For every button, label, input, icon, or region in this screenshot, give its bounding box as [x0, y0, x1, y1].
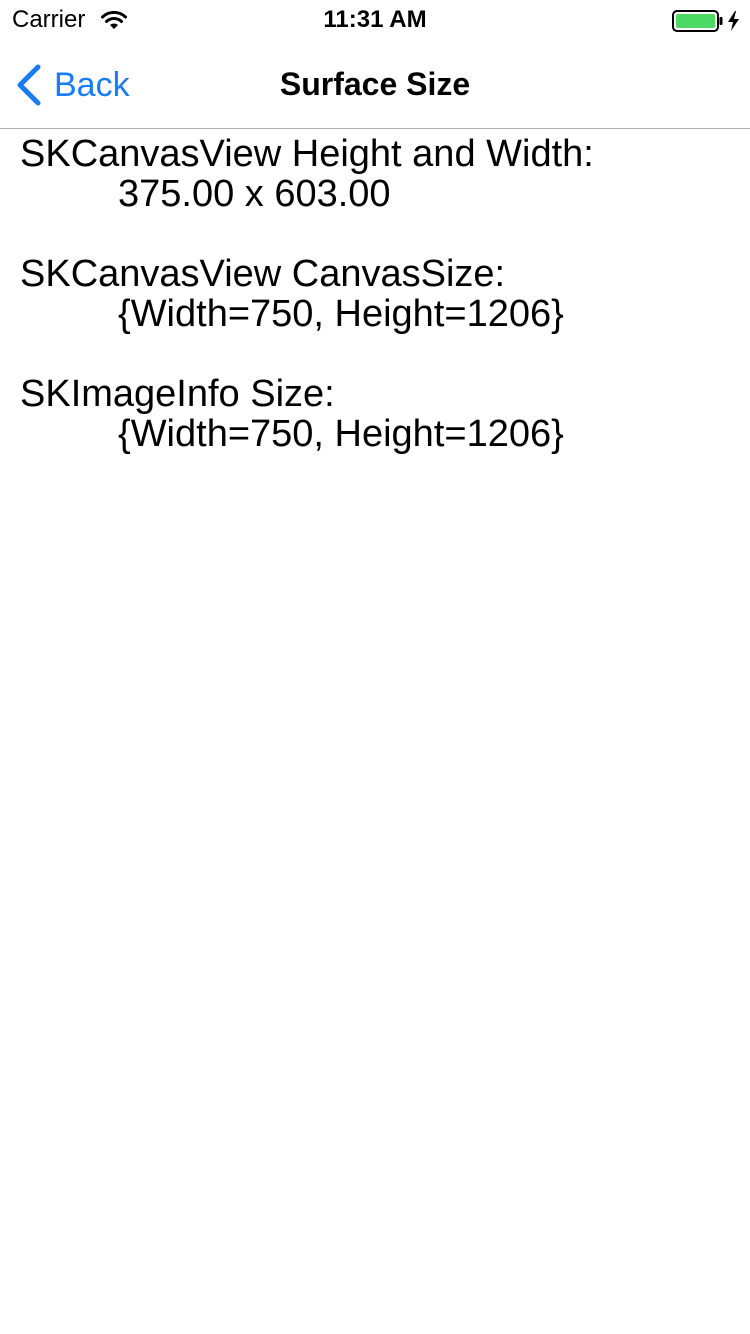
surface-size-info: SKCanvasView Height and Width: 375.00 x … — [20, 134, 730, 494]
status-time: 11:31 AM — [323, 6, 427, 33]
info-value: {Width=750, Height=1206} — [118, 293, 564, 335]
navigation-bar: Back Surface Size — [0, 40, 750, 129]
info-label: SKCanvasView Height and Width: — [20, 133, 594, 175]
info-label: SKImageInfo Size: — [20, 373, 335, 415]
battery-icon — [672, 9, 744, 33]
image-info-size-block: SKImageInfo Size: {Width=750, Height=120… — [20, 374, 730, 454]
info-value: 375.00 x 603.00 — [118, 173, 391, 215]
info-label: SKCanvasView CanvasSize: — [20, 253, 506, 295]
canvas-view-size-block: SKCanvasView Height and Width: 375.00 x … — [20, 134, 730, 214]
info-value: {Width=750, Height=1206} — [118, 413, 564, 455]
page-title: Surface Size — [279, 66, 471, 102]
canvas-size-block: SKCanvasView CanvasSize: {Width=750, Hei… — [20, 254, 730, 334]
status-bar: Carrier 11:31 AM — [0, 0, 750, 40]
